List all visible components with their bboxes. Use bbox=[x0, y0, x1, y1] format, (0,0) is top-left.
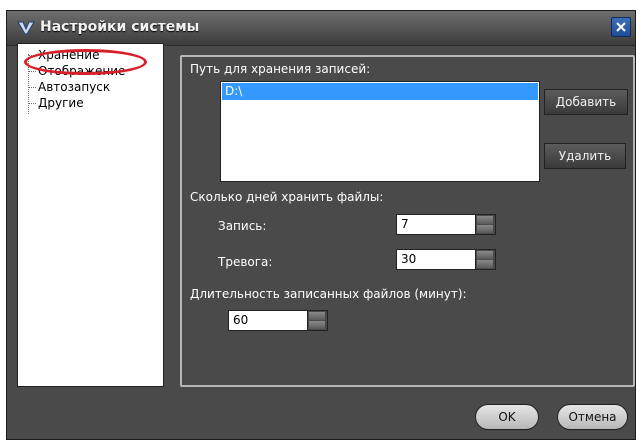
alarm-days-label: Тревога: bbox=[218, 255, 273, 269]
spin-down-button[interactable] bbox=[309, 321, 325, 329]
duration-label: Длительность записанных файлов (минут): bbox=[190, 287, 467, 301]
cancel-button[interactable]: Отмена bbox=[557, 404, 628, 430]
alarm-days-spinner[interactable]: 30 bbox=[396, 249, 496, 270]
record-days-label: Запись: bbox=[218, 219, 267, 233]
spin-up-button[interactable] bbox=[477, 216, 493, 224]
spin-up-button[interactable] bbox=[309, 312, 325, 320]
close-icon bbox=[616, 22, 626, 32]
sidebar-item-display[interactable]: Отображение bbox=[28, 63, 125, 79]
spin-up-button[interactable] bbox=[477, 251, 493, 259]
spin-down-button[interactable] bbox=[477, 225, 493, 233]
ok-button[interactable]: OK bbox=[475, 404, 539, 430]
add-path-button[interactable]: Добавить bbox=[544, 89, 628, 115]
settings-tree: Хранение Отображение Автозапуск Другие bbox=[17, 43, 164, 387]
close-button[interactable] bbox=[611, 17, 631, 37]
window-title: Настройки системы bbox=[40, 19, 200, 35]
duration-value[interactable]: 60 bbox=[233, 311, 248, 330]
sidebar-item-storage[interactable]: Хранение bbox=[28, 47, 99, 63]
title-bar[interactable]: Настройки системы bbox=[7, 11, 635, 46]
storage-path-label: Путь для хранения записей: bbox=[190, 62, 371, 76]
sidebar-item-autostart[interactable]: Автозапуск bbox=[28, 79, 110, 95]
record-days-spinner[interactable]: 7 bbox=[396, 214, 496, 235]
duration-spinner[interactable]: 60 bbox=[228, 310, 328, 331]
record-days-stepper bbox=[475, 215, 495, 234]
duration-stepper bbox=[307, 311, 327, 330]
sidebar-item-other[interactable]: Другие bbox=[28, 95, 84, 111]
alarm-days-value[interactable]: 30 bbox=[401, 250, 416, 269]
record-days-value[interactable]: 7 bbox=[401, 215, 409, 234]
storage-path-list[interactable]: D:\ bbox=[220, 81, 540, 182]
app-logo-icon bbox=[17, 21, 35, 35]
spin-down-button[interactable] bbox=[477, 260, 493, 268]
delete-path-button[interactable]: Удалить bbox=[544, 143, 626, 169]
alarm-days-stepper bbox=[475, 250, 495, 269]
retention-label: Сколько дней хранить файлы: bbox=[190, 190, 384, 204]
list-item[interactable]: D:\ bbox=[222, 83, 538, 100]
